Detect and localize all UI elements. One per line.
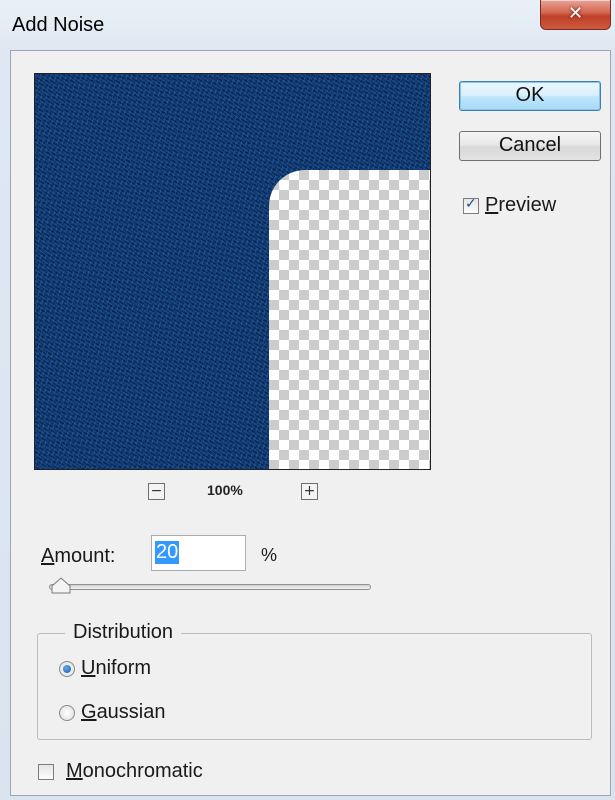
distribution-legend: Distribution	[65, 621, 182, 644]
amount-unit: %	[261, 545, 278, 565]
title-bar[interactable]: Add Noise ✕	[0, 0, 615, 50]
close-button[interactable]: ✕	[540, 0, 611, 30]
amount-input[interactable]: 20	[151, 535, 246, 571]
preview-area[interactable]	[34, 73, 431, 470]
amount-label: Amount:	[41, 545, 116, 567]
checkmark-icon: ✓	[465, 196, 477, 212]
monochromatic-checkbox[interactable]	[38, 764, 54, 780]
gaussian-radio[interactable]	[59, 705, 75, 721]
close-icon: ✕	[567, 3, 584, 23]
zoom-level: 100%	[207, 482, 243, 498]
preview-checkbox[interactable]: ✓	[463, 196, 479, 214]
dialog-body: − 100% + OK Cancel ✓ Preview Amount: 20 …	[10, 50, 611, 796]
zoom-in-button[interactable]: +	[301, 483, 318, 500]
uniform-radio[interactable]	[59, 661, 75, 677]
minus-icon: −	[150, 483, 163, 499]
ok-button[interactable]: OK	[459, 81, 601, 111]
amount-slider-track[interactable]	[49, 584, 371, 590]
gaussian-label: Gaussian	[81, 701, 166, 723]
transparency-checkerboard	[269, 170, 430, 469]
monochromatic-label: Monochromatic	[66, 760, 203, 782]
uniform-label: Uniform	[81, 657, 152, 679]
window-title: Add Noise	[12, 14, 105, 36]
amount-value: 20	[155, 541, 180, 564]
plus-icon: +	[303, 483, 316, 499]
amount-slider-thumb[interactable]	[51, 577, 71, 595]
add-noise-dialog: Add Noise ✕ − 100% + OK Cancel ✓ Preview…	[0, 0, 615, 800]
cancel-button[interactable]: Cancel	[459, 131, 601, 161]
preview-label: Preview	[485, 194, 557, 216]
zoom-out-button[interactable]: −	[148, 483, 165, 500]
